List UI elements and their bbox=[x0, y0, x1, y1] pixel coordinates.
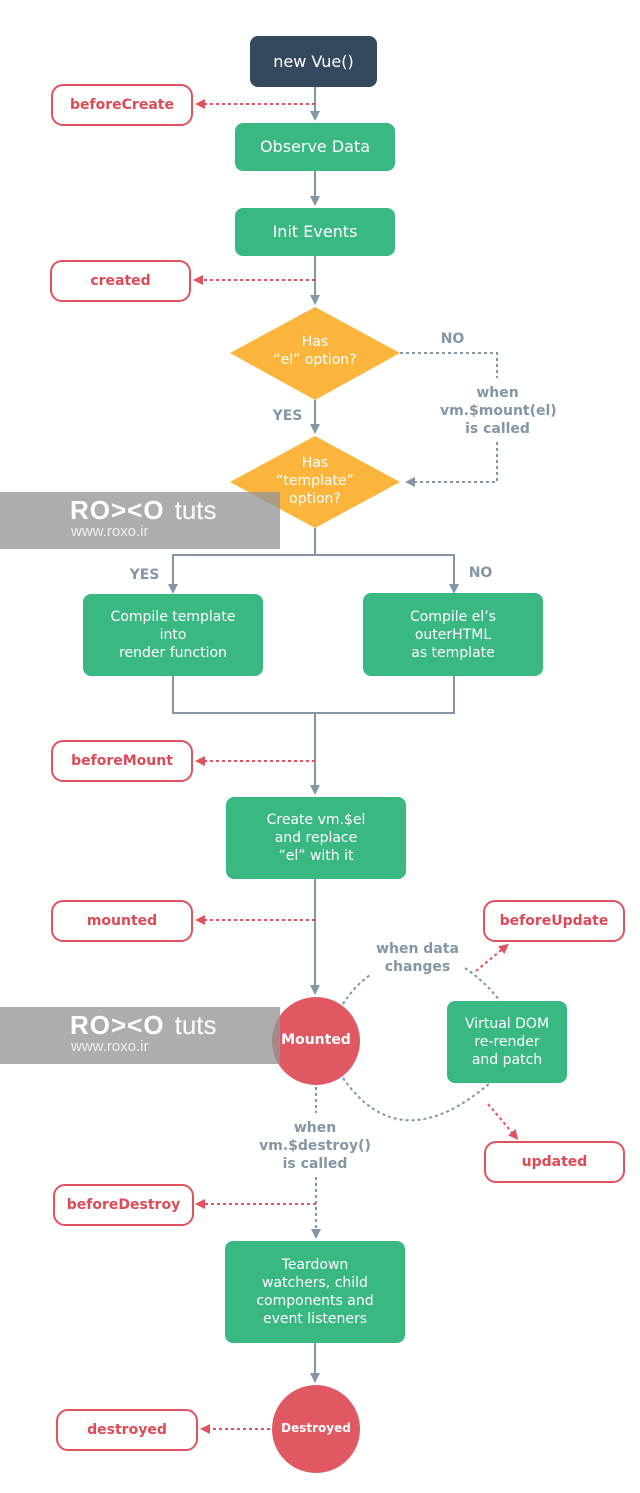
watermark-logo: RO><O tuts bbox=[70, 1010, 217, 1040]
label-has-el-yes: YES bbox=[272, 408, 303, 424]
hook-updated: updated bbox=[484, 1141, 625, 1183]
edge-has-el-no-top bbox=[400, 352, 498, 378]
node-virtual-dom: Virtual DOM re-render and patch bbox=[447, 1001, 567, 1083]
hook-mounted: mounted bbox=[51, 900, 193, 942]
state-destroyed-label: Destroyed bbox=[281, 1421, 351, 1435]
hook-before-mount: beforeMount bbox=[51, 740, 193, 782]
decision-has-el-label: Has “el” option? bbox=[273, 334, 357, 368]
update-loop-bottom bbox=[342, 1077, 491, 1122]
label-destroy-called: when vm.$destroy() is called bbox=[259, 1120, 371, 1172]
edge-branch-split bbox=[172, 554, 455, 588]
node-init-events: Init Events bbox=[235, 208, 395, 256]
label-template-yes: YES bbox=[129, 567, 160, 583]
node-create-vm-el: Create vm.$el and replace “el” with it bbox=[226, 797, 406, 879]
hook-before-create: beforeCreate bbox=[51, 84, 193, 126]
watermark-url: www.roxo.ir bbox=[71, 523, 149, 540]
label-data-changes: when data changes bbox=[376, 941, 459, 975]
label-template-no: NO bbox=[468, 565, 493, 581]
hook-destroyed: destroyed bbox=[56, 1409, 198, 1451]
hook-before-destroy: beforeDestroy bbox=[53, 1184, 194, 1226]
hook-before-update: beforeUpdate bbox=[483, 900, 625, 942]
node-observe-data: Observe Data bbox=[235, 123, 395, 171]
watermark-logo: RO><O tuts bbox=[70, 495, 217, 525]
label-mount-called: when vm.$mount(el) is called bbox=[440, 385, 557, 437]
hook-edge-updated bbox=[487, 1103, 519, 1140]
state-mounted-label: Mounted bbox=[281, 1032, 351, 1048]
node-teardown: Teardown watchers, child components and … bbox=[225, 1241, 405, 1343]
edge-branch-merge bbox=[172, 676, 455, 714]
hook-created: created bbox=[50, 260, 191, 302]
edge-has-el-no-bottom bbox=[405, 442, 498, 487]
hook-edge-before-update bbox=[475, 943, 509, 972]
watermark-url: www.roxo.ir bbox=[71, 1038, 149, 1055]
label-has-el-no: NO bbox=[440, 331, 465, 347]
node-compile-template: Compile template into render function bbox=[83, 594, 263, 676]
node-compile-el: Compile el’s outerHTML as template bbox=[363, 593, 543, 676]
node-new-vue: new Vue() bbox=[250, 36, 377, 87]
update-loop-top bbox=[342, 974, 371, 1005]
update-loop-top-right bbox=[464, 967, 501, 1002]
watermark-banner: RO><O tuts www.roxo.ir bbox=[0, 492, 280, 549]
watermark-banner: RO><O tuts www.roxo.ir bbox=[0, 1007, 280, 1064]
